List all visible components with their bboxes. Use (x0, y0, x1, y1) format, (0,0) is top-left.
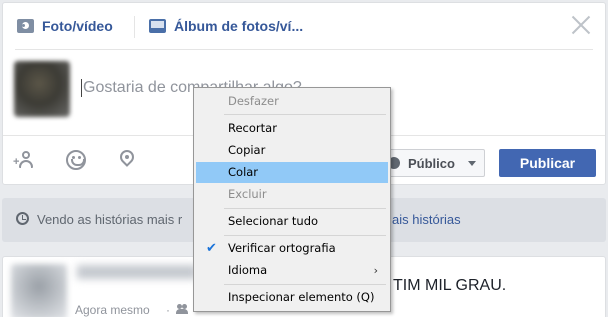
stories-link[interactable]: ais histórias (392, 212, 461, 227)
location-pin-icon[interactable] (117, 147, 137, 170)
menu-item-label: Desfazer (228, 94, 279, 108)
stories-text: Vendo as histórias mais r (37, 212, 183, 227)
menu-item-cut[interactable]: Recortar (196, 118, 388, 139)
menu-item-delete[interactable]: Excluir (196, 184, 388, 205)
camera-icon (17, 19, 34, 33)
context-menu: Desfazer Recortar Copiar Colar Excluir S… (193, 87, 391, 312)
menu-item-paste[interactable]: Colar (196, 162, 388, 183)
divider (15, 49, 593, 50)
avatar[interactable] (11, 264, 67, 317)
menu-item-label: Idioma (228, 263, 268, 277)
tab-photo-album-label: Álbum de fotos/ví... (174, 18, 304, 34)
text-caret (81, 79, 82, 97)
publish-button[interactable]: Publicar (499, 149, 596, 177)
tab-divider (134, 16, 135, 38)
menu-item-select-all[interactable]: Selecionar tudo (196, 211, 388, 232)
post-text: TIM MIL GRAU. (393, 277, 507, 294)
chevron-right-icon: › (373, 264, 378, 277)
tab-photo-video[interactable]: Foto/vídeo (17, 15, 113, 37)
post-timestamp[interactable]: Agora mesmo (75, 303, 150, 317)
menu-item-inspect[interactable]: Inspecionar elemento (Q) (196, 287, 388, 308)
clock-icon (16, 212, 29, 225)
photo-album-icon (149, 19, 166, 33)
tab-photo-album[interactable]: Álbum de fotos/ví... (149, 15, 303, 37)
menu-item-label: Inspecionar elemento (Q) (228, 290, 375, 304)
menu-separator (224, 114, 386, 115)
author-name-blurred[interactable] (77, 265, 197, 279)
avatar (14, 61, 70, 117)
menu-item-label: Copiar (228, 143, 266, 157)
feeling-icon[interactable] (66, 150, 86, 170)
menu-item-language[interactable]: Idioma › (196, 260, 388, 281)
menu-item-spellcheck[interactable]: ✔ Verificar ortografia (196, 238, 388, 259)
menu-separator (224, 284, 386, 285)
menu-item-label: Verificar ortografia (228, 241, 336, 255)
checkmark-icon: ✔ (206, 241, 217, 256)
privacy-label: Público (408, 155, 455, 171)
privacy-selector[interactable]: Público (377, 149, 485, 177)
menu-item-label: Colar (228, 165, 259, 179)
separator-dot: · (166, 303, 170, 317)
menu-item-undo[interactable]: Desfazer (196, 91, 388, 112)
menu-item-label: Recortar (228, 121, 277, 135)
composer-tabs: Foto/vídeo Álbum de fotos/ví... (3, 3, 605, 49)
chevron-down-icon (468, 161, 476, 166)
menu-separator (224, 235, 386, 236)
friends-audience-icon[interactable] (176, 304, 188, 314)
menu-item-label: Excluir (228, 187, 267, 201)
menu-separator (224, 208, 386, 209)
menu-item-copy[interactable]: Copiar (196, 140, 388, 161)
menu-item-label: Selecionar tudo (228, 214, 319, 228)
tab-photo-video-label: Foto/vídeo (42, 18, 113, 34)
tag-friends-icon[interactable]: + (13, 150, 36, 170)
close-icon[interactable] (569, 13, 593, 37)
